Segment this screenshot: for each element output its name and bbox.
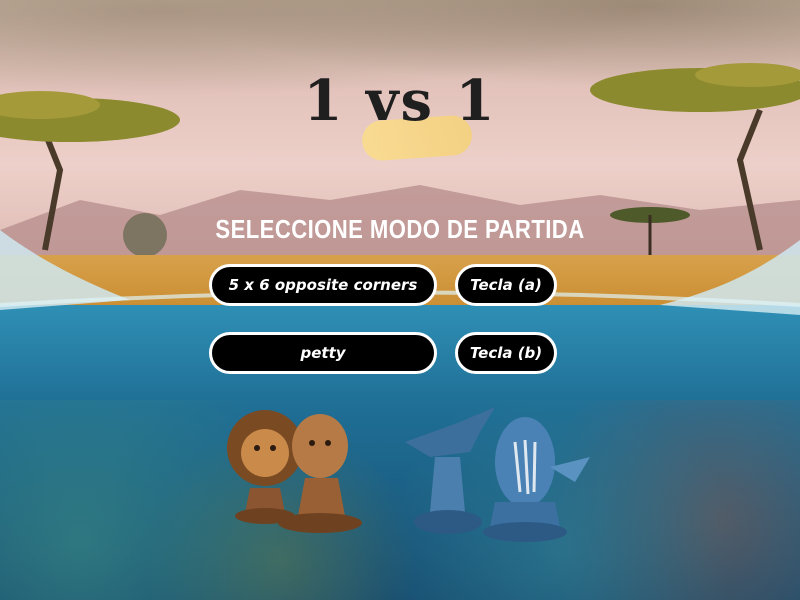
sea-team-pieces bbox=[405, 407, 590, 542]
shark-piece-icon bbox=[405, 407, 495, 534]
whale-piece-icon bbox=[483, 417, 590, 542]
key-b-button[interactable]: Tecla (b) bbox=[455, 332, 557, 374]
key-a-button[interactable]: Tecla (a) bbox=[455, 264, 557, 306]
lion-team-pieces bbox=[227, 410, 362, 533]
mode-b-button[interactable]: petty bbox=[209, 332, 437, 374]
mode-heading: SELECCIONE MODO DE PARTIDA bbox=[215, 214, 585, 244]
mode-a-button[interactable]: 5 x 6 opposite corners bbox=[209, 264, 437, 306]
game-title: 1 vs 1 bbox=[303, 68, 497, 134]
lion-piece-icon bbox=[227, 410, 303, 524]
